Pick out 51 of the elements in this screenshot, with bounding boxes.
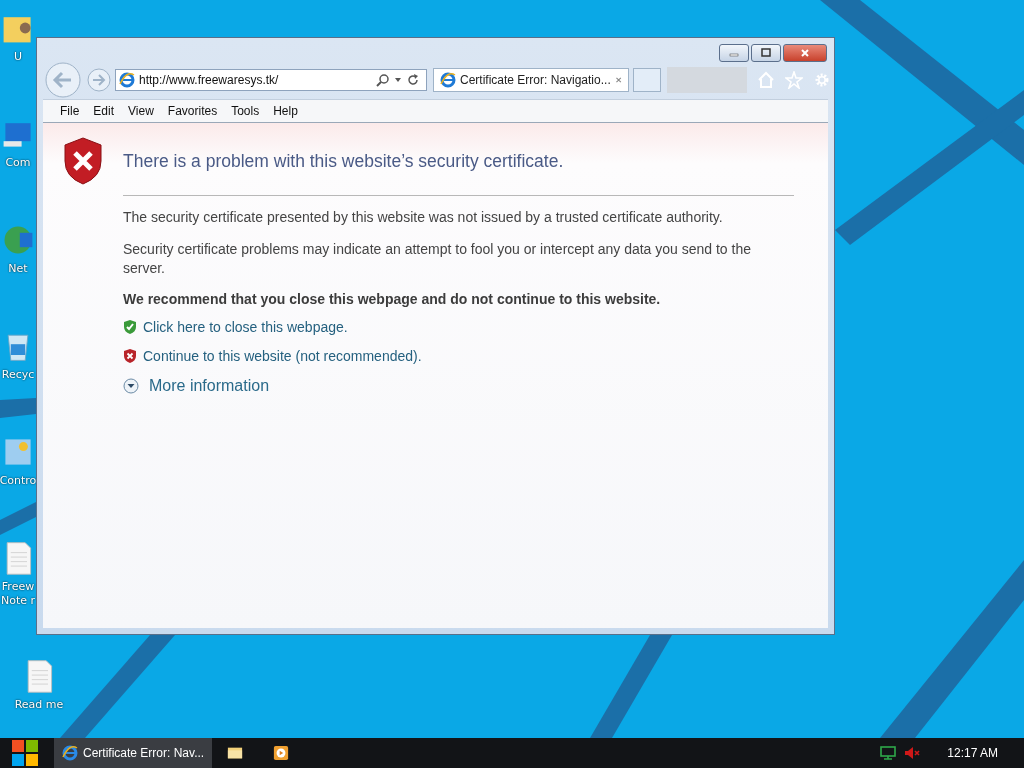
close-icon xyxy=(800,48,810,58)
speaker-icon[interactable] xyxy=(903,745,922,761)
play-icon[interactable] xyxy=(273,745,289,761)
wallpaper-stripe xyxy=(0,502,36,535)
menu-item[interactable]: Help xyxy=(266,104,305,118)
shield-cross-icon xyxy=(123,348,137,364)
star-icon[interactable] xyxy=(785,70,803,89)
icon-label: Read me xyxy=(14,698,64,712)
forward-button[interactable] xyxy=(87,67,111,92)
folder-icon[interactable] xyxy=(227,745,243,761)
paragraph: Security certificate problems may indicate an attempt to fool you or intercept any data you send to the server. xyxy=(123,240,752,278)
new-tab-button[interactable] xyxy=(633,67,661,92)
taskbar-button[interactable]: Certificate Error: Nav... xyxy=(54,738,212,768)
icon-label: Freew Note r xyxy=(0,580,36,608)
browser-logo-icon xyxy=(119,71,135,88)
icon-label: Com xyxy=(5,156,31,170)
menu-item[interactable]: Edit xyxy=(86,104,122,118)
minimize-button[interactable] xyxy=(719,44,749,62)
page-link[interactable]: Continue to this website (not recommended). xyxy=(143,348,422,364)
maximize-button[interactable] xyxy=(751,44,781,62)
wallpaper-stripe xyxy=(0,398,36,418)
shield-error-icon xyxy=(63,137,103,185)
close-icon[interactable] xyxy=(614,74,622,85)
icon-label: Contro xyxy=(0,474,37,488)
menu-item[interactable]: Tools xyxy=(224,104,267,118)
shield-check-icon xyxy=(123,319,137,335)
monitor-icon[interactable] xyxy=(879,745,898,761)
page-heading: There is a problem with this website’s security certificate. xyxy=(123,150,564,172)
back-button[interactable] xyxy=(45,61,81,98)
icon-label: Recyc xyxy=(1,368,35,382)
close-button[interactable] xyxy=(783,44,827,62)
browser-tab[interactable]: Certificate Error: Navigatio... xyxy=(433,67,629,92)
caret-icon[interactable] xyxy=(394,75,402,84)
search-icon[interactable] xyxy=(376,72,390,87)
browser-logo-icon xyxy=(440,71,456,88)
page-link[interactable]: Click here to close this webpage. xyxy=(143,319,348,335)
refresh-icon[interactable] xyxy=(406,72,420,87)
icon-label: U xyxy=(13,50,23,64)
menu-item[interactable]: File xyxy=(53,104,87,118)
maximize-icon xyxy=(761,48,771,58)
chevron-icon xyxy=(123,378,139,394)
windows-logo-icon[interactable] xyxy=(10,738,40,768)
recommendation-text: We recommend that you close this webpage and do not continue to this website. xyxy=(123,291,662,307)
icon-label: Net xyxy=(8,262,28,276)
address-field[interactable]: http://www.freewaresys.tk/ xyxy=(115,68,427,91)
browser-logo-icon xyxy=(62,745,78,761)
more-information-toggle[interactable]: More information xyxy=(123,377,270,395)
menu-item[interactable]: Favorites xyxy=(160,104,225,118)
paragraph: The security certificate presented by this website was not issued by a trusted certificate authority. xyxy=(123,208,724,227)
menu-item[interactable]: View xyxy=(121,104,161,118)
clock: 12:17 AM xyxy=(947,746,998,760)
